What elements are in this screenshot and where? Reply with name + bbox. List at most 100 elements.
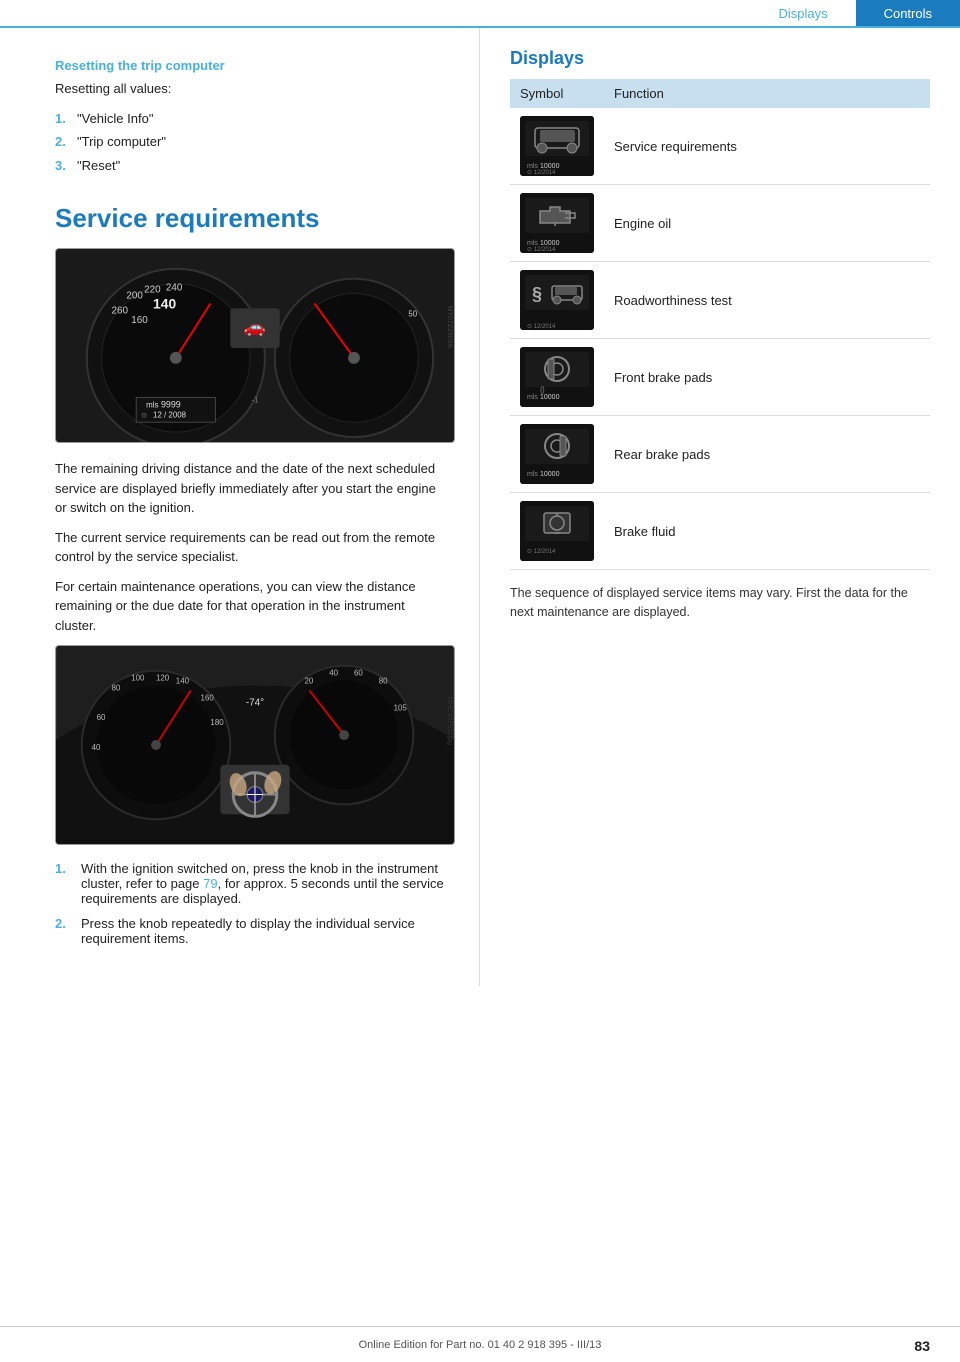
service-requirements-title: Service requirements	[55, 203, 449, 234]
table-row: mls 10000 ⊙ 12/2014 Engine oil	[510, 185, 930, 262]
instrument-cluster-image-1: 200 220 240 260 140 160 mls 9999 ⊙ 12 / …	[55, 248, 455, 443]
svg-text:mls: mls	[527, 471, 538, 478]
symbol-cell: {} mls 10000	[510, 339, 604, 416]
svg-text:180: 180	[210, 718, 224, 727]
svg-text:-1: -1	[251, 395, 259, 404]
tab-displays[interactable]: Displays	[750, 0, 855, 26]
svg-text:260: 260	[111, 305, 128, 316]
displays-title: Displays	[510, 48, 930, 69]
svg-text:-74°: -74°	[246, 697, 264, 708]
symbol-icon-oil: mls 10000 ⊙ 12/2014	[520, 193, 594, 253]
step1-link[interactable]: 79	[203, 876, 217, 891]
function-cell: Front brake pads	[604, 339, 930, 416]
step1-num: 1.	[55, 861, 81, 906]
step1-text: With the ignition switched on, press the…	[81, 861, 449, 906]
reset-subtitle: Resetting all values:	[55, 79, 449, 99]
step-num: 3.	[55, 156, 77, 176]
svg-text:12 / 2008: 12 / 2008	[153, 410, 187, 419]
svg-text:140: 140	[176, 677, 190, 686]
function-cell: Service requirements	[604, 108, 930, 185]
svg-text:160: 160	[201, 693, 215, 702]
page-footer: Online Edition for Part no. 01 40 2 918 …	[0, 1326, 960, 1362]
svg-text:200: 200	[126, 290, 143, 301]
svg-text:mls: mls	[527, 163, 538, 170]
svg-text:{}: {}	[540, 387, 545, 394]
svg-text:220: 220	[144, 285, 161, 296]
table-row: § ⊙ 12/2014 Roadworthiness test	[510, 262, 930, 339]
symbol-cell: mls 10000	[510, 416, 604, 493]
svg-text:mls: mls	[527, 394, 538, 401]
col-symbol: Symbol	[510, 79, 604, 108]
svg-text:⊙ 12/2014: ⊙ 12/2014	[527, 170, 556, 176]
step2-text: Press the knob repeatedly to display the…	[81, 916, 449, 946]
svg-text:140: 140	[153, 295, 176, 311]
svg-text:60: 60	[354, 669, 363, 678]
step2-num: 2.	[55, 916, 81, 946]
svg-text:120: 120	[156, 674, 170, 683]
symbol-icon-frontbrake: {} mls 10000	[520, 347, 594, 407]
table-header-row: Symbol Function	[510, 79, 930, 108]
svg-text:mls: mls	[146, 400, 158, 409]
service-step-1: 1. With the ignition switched on, press …	[55, 861, 449, 906]
symbol-icon-rearbrake: mls 10000	[520, 424, 594, 484]
step-text: "Trip computer"	[77, 132, 166, 152]
table-row: mls 10000 Rear brake pads	[510, 416, 930, 493]
table-row: {} mls 10000 Front brake pads	[510, 339, 930, 416]
table-row: ⊙ 12/2014 Brake fluid	[510, 493, 930, 570]
svg-text:105: 105	[394, 703, 408, 712]
svg-text:50: 50	[408, 309, 417, 318]
reset-steps-list: 1. "Vehicle Info" 2. "Trip computer" 3. …	[55, 109, 449, 176]
function-cell: Engine oil	[604, 185, 930, 262]
left-column: Resetting the trip computer Resetting al…	[0, 28, 480, 986]
tab-controls[interactable]: Controls	[856, 0, 960, 26]
list-item: 3. "Reset"	[55, 156, 449, 176]
step-num: 1.	[55, 109, 77, 129]
svg-text:⊙ 12/2014: ⊙ 12/2014	[527, 247, 556, 253]
symbol-icon-service: mls 10000 ⊙ 12/2014	[520, 116, 594, 176]
svg-text:⊙: ⊙	[141, 412, 147, 419]
step-text: "Vehicle Info"	[77, 109, 153, 129]
svg-text:§: §	[532, 284, 542, 304]
svg-text:⊙ 12/2014: ⊙ 12/2014	[527, 324, 556, 330]
page-number: 83	[914, 1338, 930, 1354]
function-cell: Roadworthiness test	[604, 262, 930, 339]
svg-text:60: 60	[97, 713, 106, 722]
symbol-cell: § ⊙ 12/2014	[510, 262, 604, 339]
step-text: "Reset"	[77, 156, 120, 176]
footer-text: Online Edition for Part no. 01 40 2 918 …	[359, 1339, 602, 1351]
symbol-cell: mls 10000 ⊙ 12/2014	[510, 185, 604, 262]
svg-text:160: 160	[131, 315, 148, 326]
svg-text:10000: 10000	[540, 163, 560, 170]
svg-text:100: 100	[131, 674, 145, 683]
svg-text:20: 20	[305, 677, 314, 686]
main-content: Resetting the trip computer Resetting al…	[0, 28, 960, 986]
service-step-2: 2. Press the knob repeatedly to display …	[55, 916, 449, 946]
symbol-cell: mls 10000 ⊙ 12/2014	[510, 108, 604, 185]
symbol-icon-roadworthy: § ⊙ 12/2014	[520, 270, 594, 330]
svg-text:80: 80	[379, 677, 388, 686]
step-num: 2.	[55, 132, 77, 152]
svg-text:🚗: 🚗	[244, 317, 266, 337]
instrument-cluster-image-2: 80 100 120 60 40 140 160 180 20 40 60 80…	[55, 645, 455, 845]
svg-text:240: 240	[166, 283, 183, 294]
para2: The current service requirements can be …	[55, 528, 449, 567]
right-column: Displays Symbol Function mls 10000	[480, 28, 960, 986]
displays-note: The sequence of displayed service items …	[510, 584, 930, 622]
col-function: Function	[604, 79, 930, 108]
svg-text:9999: 9999	[161, 399, 181, 409]
reset-title: Resetting the trip computer	[55, 58, 449, 73]
para1: The remaining driving distance and the d…	[55, 459, 449, 518]
svg-text:40: 40	[92, 743, 101, 752]
symbol-function-table: Symbol Function mls 10000 ⊙ 12/2014 Serv…	[510, 79, 930, 570]
function-cell: Brake fluid	[604, 493, 930, 570]
function-cell: Rear brake pads	[604, 416, 930, 493]
svg-text:80: 80	[111, 684, 120, 693]
svg-text:mls: mls	[527, 240, 538, 247]
symbol-cell: ⊙ 12/2014	[510, 493, 604, 570]
svg-text:MHC49P1C.jpg: MHC49P1C.jpg	[446, 697, 453, 745]
list-item: 2. "Trip computer"	[55, 132, 449, 152]
table-row: mls 10000 ⊙ 12/2014 Service requirements	[510, 108, 930, 185]
svg-text:10000: 10000	[540, 240, 560, 247]
svg-text:40: 40	[329, 669, 338, 678]
svg-text:10000: 10000	[540, 471, 560, 478]
